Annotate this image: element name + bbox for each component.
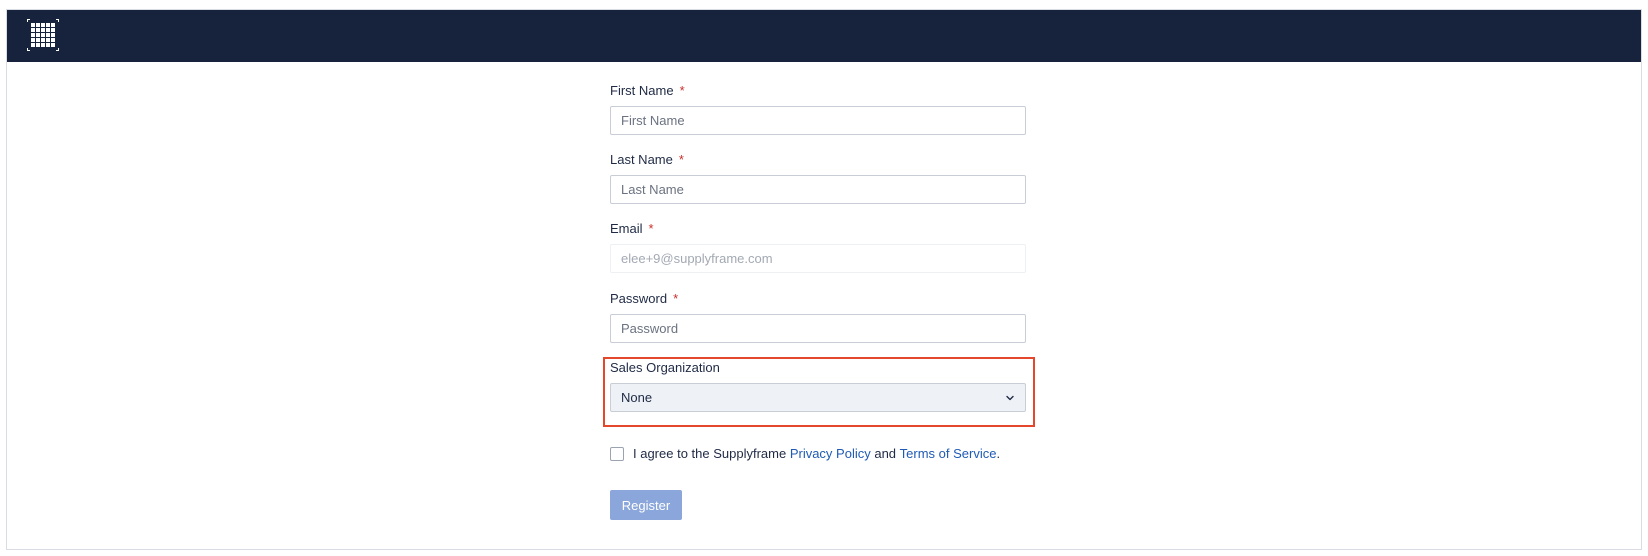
agree-checkbox[interactable] xyxy=(610,446,624,461)
password-input[interactable] xyxy=(610,314,1026,343)
top-navigation-bar xyxy=(7,10,1641,62)
email-label: Email * xyxy=(610,221,654,236)
agreement-row: I agree to the Supplyframe Privacy Polic… xyxy=(610,446,1000,461)
email-label-text: Email xyxy=(610,221,643,236)
agreement-text-before: I agree to the Supplyframe xyxy=(633,446,790,461)
required-asterisk: * xyxy=(673,291,679,306)
terms-of-service-link[interactable]: Terms of Service xyxy=(900,446,997,461)
last-name-input[interactable] xyxy=(610,175,1026,204)
last-name-label-text: Last Name xyxy=(610,152,673,167)
email-input xyxy=(610,244,1026,273)
last-name-label: Last Name * xyxy=(610,152,684,167)
page-frame xyxy=(6,9,1642,550)
first-name-label: First Name * xyxy=(610,83,685,98)
agreement-text-middle: and xyxy=(870,446,900,461)
grid-logo-icon[interactable] xyxy=(27,19,59,51)
first-name-label-text: First Name xyxy=(610,83,674,98)
first-name-input[interactable] xyxy=(610,106,1026,135)
required-asterisk: * xyxy=(679,83,685,98)
required-asterisk: * xyxy=(678,152,684,167)
password-label-text: Password xyxy=(610,291,668,306)
password-label: Password * xyxy=(610,291,678,306)
register-button[interactable]: Register xyxy=(610,490,682,520)
highlight-box xyxy=(603,357,1035,427)
privacy-policy-link[interactable]: Privacy Policy xyxy=(790,446,871,461)
required-asterisk: * xyxy=(648,221,654,236)
agreement-text-after: . xyxy=(996,446,1001,461)
